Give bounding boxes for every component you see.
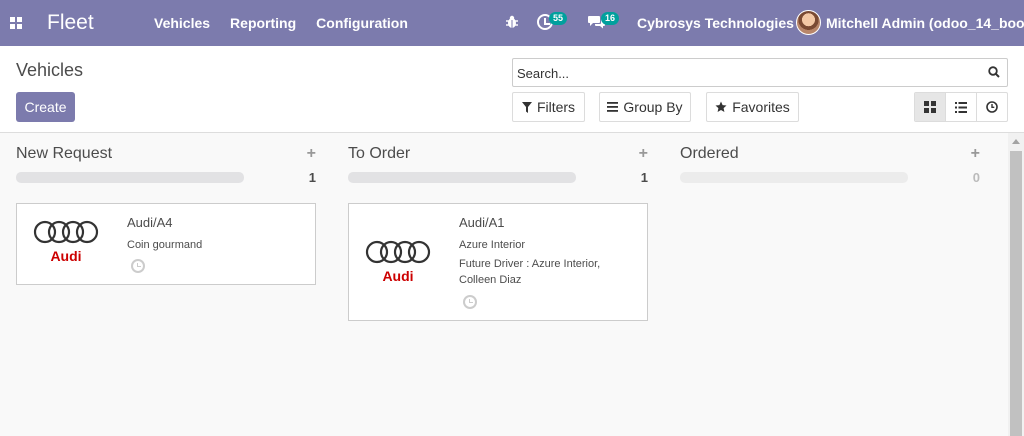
column-add-icon[interactable]: + xyxy=(639,145,648,163)
card-title: Audi/A4 xyxy=(127,215,173,230)
column-count: 0 xyxy=(972,170,980,185)
card-title: Audi/A1 xyxy=(459,215,505,230)
filters-label: Filters xyxy=(536,99,576,115)
column-title: Ordered xyxy=(680,145,739,162)
app-brand[interactable]: Fleet xyxy=(47,11,94,35)
column-progress-bar xyxy=(16,172,244,183)
activity-clock-icon[interactable] xyxy=(463,295,477,309)
user-menu[interactable]: Mitchell Admin (odoo_14_book) xyxy=(826,15,1024,31)
company-switcher[interactable]: Cybrosys Technologies xyxy=(637,15,794,31)
kanban-column-new-request: New Request + 1 Audi Audi/A4 Coin gourma… xyxy=(16,133,316,436)
audi-logo-icon: Audi xyxy=(33,220,99,264)
column-title: To Order xyxy=(348,145,411,162)
kanban-grid-icon xyxy=(924,101,936,113)
card-detail: Coin gourmand xyxy=(127,239,203,251)
star-icon xyxy=(715,101,727,112)
menu-vehicles[interactable]: Vehicles xyxy=(154,15,210,31)
kanban-board: New Request + 1 Audi Audi/A4 Coin gourma… xyxy=(0,133,1024,436)
clock-icon xyxy=(986,101,998,113)
menu-reporting[interactable]: Reporting xyxy=(230,15,296,31)
filter-icon xyxy=(521,101,532,113)
kanban-card[interactable]: Audi Audi/A1 Azure Interior Future Drive… xyxy=(348,203,648,321)
group-by-button[interactable]: Group By xyxy=(599,92,691,122)
search-input[interactable] xyxy=(517,64,977,82)
list-view-button[interactable] xyxy=(946,93,977,121)
column-title: New Request xyxy=(16,145,113,162)
vertical-scrollbar[interactable] xyxy=(1008,133,1024,436)
kanban-card[interactable]: Audi Audi/A4 Coin gourmand xyxy=(16,203,316,285)
column-count: 1 xyxy=(308,170,316,185)
group-by-label: Group By xyxy=(623,99,683,115)
column-progress-bar xyxy=(680,172,908,183)
kanban-column-to-order: To Order + 1 Audi Audi/A1 Azure Interior… xyxy=(348,133,648,436)
message-count-badge: 16 xyxy=(601,12,620,25)
activity-count-badge: 55 xyxy=(549,12,568,25)
column-add-icon[interactable]: + xyxy=(307,145,316,163)
audi-logo-icon: Audi xyxy=(365,240,431,284)
svg-text:Audi: Audi xyxy=(382,268,413,284)
create-button[interactable]: Create xyxy=(16,92,75,122)
kanban-column-ordered: Ordered + 0 xyxy=(680,133,980,436)
card-detail: Azure Interior xyxy=(459,239,526,251)
bug-icon[interactable] xyxy=(505,15,519,29)
search-bar xyxy=(512,58,1008,87)
top-navbar: Fleet Vehicles Reporting Configuration 5… xyxy=(0,0,1024,46)
activity-view-button[interactable] xyxy=(977,93,1007,121)
scroll-up-arrow-icon[interactable] xyxy=(1012,139,1020,144)
scroll-thumb[interactable] xyxy=(1010,151,1022,436)
card-future-driver: Future Driver : Azure Interior, Colleen … xyxy=(459,258,601,286)
search-icon[interactable] xyxy=(988,66,1000,78)
list-icon xyxy=(955,101,967,113)
column-add-icon[interactable]: + xyxy=(971,145,980,163)
bars-icon xyxy=(607,102,619,112)
kanban-view-button[interactable] xyxy=(915,93,946,121)
menu-configuration[interactable]: Configuration xyxy=(316,15,408,31)
favorites-label: Favorites xyxy=(732,99,790,115)
filters-button[interactable]: Filters xyxy=(512,92,585,122)
breadcrumb: Vehicles xyxy=(16,60,84,80)
control-panel: Vehicles Create Filters Group By Favorit… xyxy=(0,46,1024,133)
column-count: 1 xyxy=(640,170,648,185)
apps-menu-icon[interactable] xyxy=(10,17,23,29)
favorites-button[interactable]: Favorites xyxy=(706,92,799,122)
column-progress-bar xyxy=(348,172,576,183)
activity-clock-icon[interactable] xyxy=(131,259,145,273)
main-menu: Vehicles Reporting Configuration xyxy=(154,15,428,31)
svg-text:Audi: Audi xyxy=(50,248,81,264)
view-switcher xyxy=(914,92,1008,122)
user-avatar[interactable] xyxy=(796,10,821,35)
